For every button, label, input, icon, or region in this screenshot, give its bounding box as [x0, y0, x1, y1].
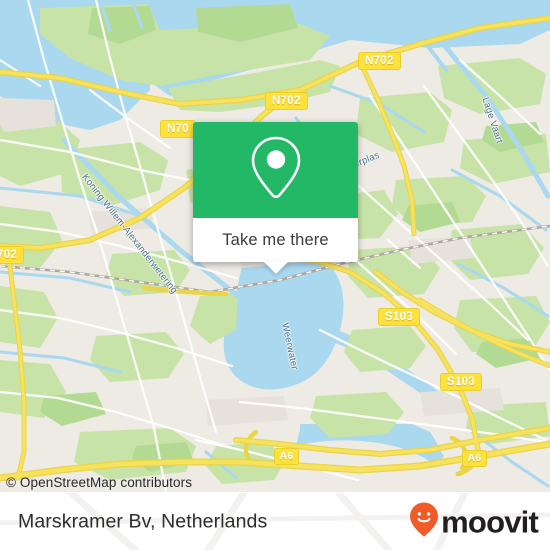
location-pin-icon	[247, 133, 305, 208]
place-name-label: Marskramer Bv, Netherlands	[18, 510, 268, 533]
footer-bar: Marskramer Bv, Netherlands moovit	[0, 492, 550, 550]
road-shield-n702-north: N702	[358, 52, 401, 70]
osm-attribution: © OpenStreetMap contributors	[6, 475, 193, 490]
card-pointer-triangle	[262, 261, 289, 274]
road-shield-702-edge: 702	[0, 246, 25, 264]
take-me-there-label: Take me there	[222, 230, 329, 249]
road-shield-s103-lower: S103	[440, 373, 483, 391]
road-shield-n702-west: N70	[160, 120, 196, 138]
take-me-there-button[interactable]: Take me there	[193, 218, 358, 262]
moovit-pin-icon	[409, 502, 439, 543]
road-shield-a6-west: A6	[274, 448, 300, 465]
map-share-screen: Koning Willem-Alexanderwetering Weerwate…	[0, 0, 550, 550]
card-icon-area	[193, 122, 358, 218]
road-shield-n702-mid: N702	[265, 92, 308, 110]
road-shield-s103-upper: S103	[378, 308, 421, 326]
destination-popup-card[interactable]: Take me there	[193, 122, 358, 274]
moovit-wordmark: moovit	[441, 504, 539, 540]
moovit-logo[interactable]: moovit	[409, 502, 539, 543]
road-shield-a6-east: A6	[462, 450, 488, 467]
